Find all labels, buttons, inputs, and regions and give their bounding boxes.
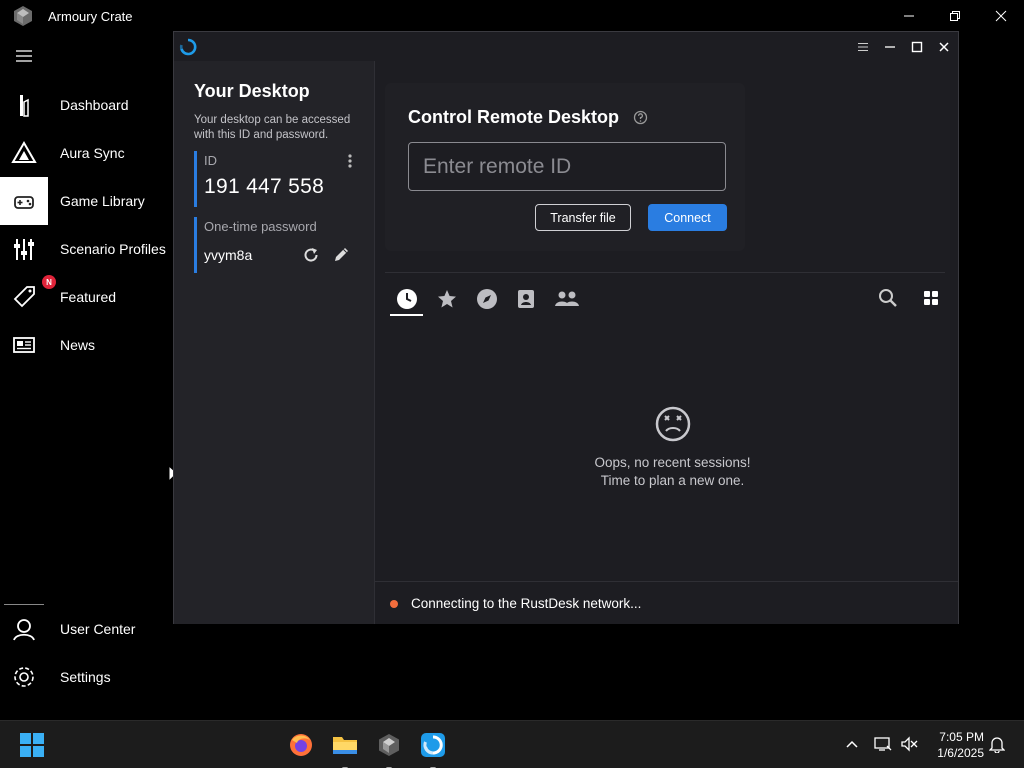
taskbar-rustdesk[interactable] (417, 729, 449, 768)
hamburger-menu-icon[interactable] (14, 46, 34, 66)
empty-message-line1: Oops, no recent sessions! (594, 455, 751, 470)
rustdesk-close-button[interactable] (931, 36, 957, 58)
edit-password-icon[interactable] (331, 245, 351, 265)
user-center-icon (10, 615, 38, 643)
star-icon (438, 290, 456, 308)
system-clock[interactable]: 7:05 PM 1/6/2025 (928, 729, 984, 761)
group-icon (555, 291, 579, 306)
rustdesk-maximize-button[interactable] (904, 36, 930, 58)
active-tab-underline (390, 314, 423, 316)
news-icon (10, 331, 38, 359)
section-divider (385, 272, 945, 273)
rustdesk-logo-icon (179, 38, 197, 56)
transfer-file-button[interactable]: Transfer file (535, 204, 631, 231)
nav-label: Game Library (60, 193, 145, 209)
nav-item-dashboard[interactable]: Dashboard (0, 81, 172, 129)
sad-face-icon (655, 406, 691, 442)
armoury-crate-icon (379, 734, 399, 756)
nav-label: Aura Sync (60, 145, 125, 161)
nav-item-user-center[interactable]: User Center (0, 605, 172, 653)
rustdesk-icon (421, 733, 445, 757)
clock-icon (397, 289, 417, 309)
gear-icon (10, 663, 38, 691)
nav-label: Settings (60, 669, 111, 685)
clock-date: 1/6/2025 (937, 746, 984, 760)
refresh-password-icon[interactable] (301, 245, 321, 265)
rustdesk-window: Your Desktop Your desktop can be accesse… (173, 31, 959, 624)
status-text: Connecting to the RustDesk network... (411, 596, 642, 611)
nav-label: Dashboard (60, 97, 129, 113)
tab-group[interactable] (551, 283, 583, 315)
taskbar-file-explorer[interactable] (329, 729, 361, 768)
id-label: ID (204, 153, 217, 168)
nav-item-featured[interactable]: N Featured (0, 273, 172, 321)
armoury-logo-icon (12, 5, 34, 27)
taskbar-armoury-crate[interactable] (373, 729, 405, 768)
password-block: One-time password yvym8a (194, 217, 356, 273)
tab-recent-sessions[interactable] (391, 283, 423, 315)
search-icon[interactable] (877, 287, 899, 309)
tab-discovered[interactable] (471, 283, 503, 315)
help-icon[interactable] (633, 110, 648, 125)
tag-icon: N (10, 275, 56, 311)
nav-item-game-library[interactable]: Game Library (0, 177, 172, 225)
firefox-icon (290, 734, 312, 756)
close-button[interactable] (978, 4, 1024, 28)
remote-id-input[interactable] (408, 142, 726, 191)
volume-muted-icon[interactable] (898, 733, 920, 755)
nav-label: Featured (60, 289, 117, 305)
taskbar-firefox[interactable] (285, 729, 317, 761)
minimize-button[interactable] (886, 4, 932, 28)
armoury-title: Armoury Crate (48, 9, 133, 24)
your-desktop-panel: Your Desktop Your desktop can be accesse… (174, 61, 375, 624)
nav-label: News (60, 337, 96, 353)
rustdesk-menu-icon[interactable] (850, 36, 876, 58)
your-desktop-title: Your Desktop (194, 81, 310, 101)
tab-favorites[interactable] (431, 283, 463, 315)
control-remote-card: Control Remote Desktop Transfer file Con… (385, 83, 745, 251)
status-dot (390, 600, 398, 608)
notification-bell-icon[interactable] (986, 733, 1008, 755)
armoury-titlebar: Armoury Crate (0, 0, 1024, 32)
dashboard-icon (10, 91, 38, 119)
id-block: ID 191 447 558 (194, 151, 356, 207)
aura-sync-icon (10, 139, 38, 167)
rustdesk-minimize-button[interactable] (877, 36, 903, 58)
nav-item-aura-sync[interactable]: Aura Sync (0, 129, 172, 177)
your-desktop-description: Your desktop can be accessed with this I… (194, 114, 351, 141)
grid-view-icon[interactable] (920, 287, 942, 309)
empty-message-line2: Time to plan a new one. (600, 473, 745, 488)
control-remote-title: Control Remote Desktop (408, 107, 620, 127)
nav-label: User Center (60, 621, 136, 637)
start-button[interactable] (16, 729, 48, 761)
game-library-icon (0, 177, 48, 225)
network-icon[interactable] (872, 733, 894, 755)
compass-icon (477, 289, 497, 309)
more-options-icon[interactable] (345, 153, 355, 169)
password-label: One-time password (204, 219, 317, 234)
nav-item-news[interactable]: News (0, 321, 172, 369)
rustdesk-titlebar (174, 32, 958, 61)
connect-button[interactable]: Connect (648, 204, 727, 231)
id-value[interactable]: 191 447 558 (204, 175, 324, 199)
password-value[interactable]: yvym8a (204, 247, 252, 263)
show-hidden-icons-chevron-up-icon[interactable] (841, 733, 863, 755)
clock-time: 7:05 PM (939, 730, 984, 744)
windows-start-icon (20, 733, 44, 757)
nav-item-scenario-profiles[interactable]: Scenario Profiles (0, 225, 172, 273)
status-bar: Connecting to the RustDesk network... (375, 581, 958, 624)
address-book-icon (518, 290, 534, 308)
file-explorer-icon (333, 737, 357, 754)
nav-item-settings[interactable]: Settings (0, 653, 172, 701)
nav-label: Scenario Profiles (60, 241, 166, 257)
session-tabs (390, 283, 590, 319)
taskbar: 7:05 PM 1/6/2025 (0, 720, 1024, 768)
restore-button[interactable] (932, 4, 978, 28)
tab-address-book[interactable] (510, 283, 542, 315)
sliders-icon (10, 235, 38, 263)
rustdesk-main-panel: Control Remote Desktop Transfer file Con… (375, 61, 958, 624)
new-badge: N (42, 275, 56, 289)
